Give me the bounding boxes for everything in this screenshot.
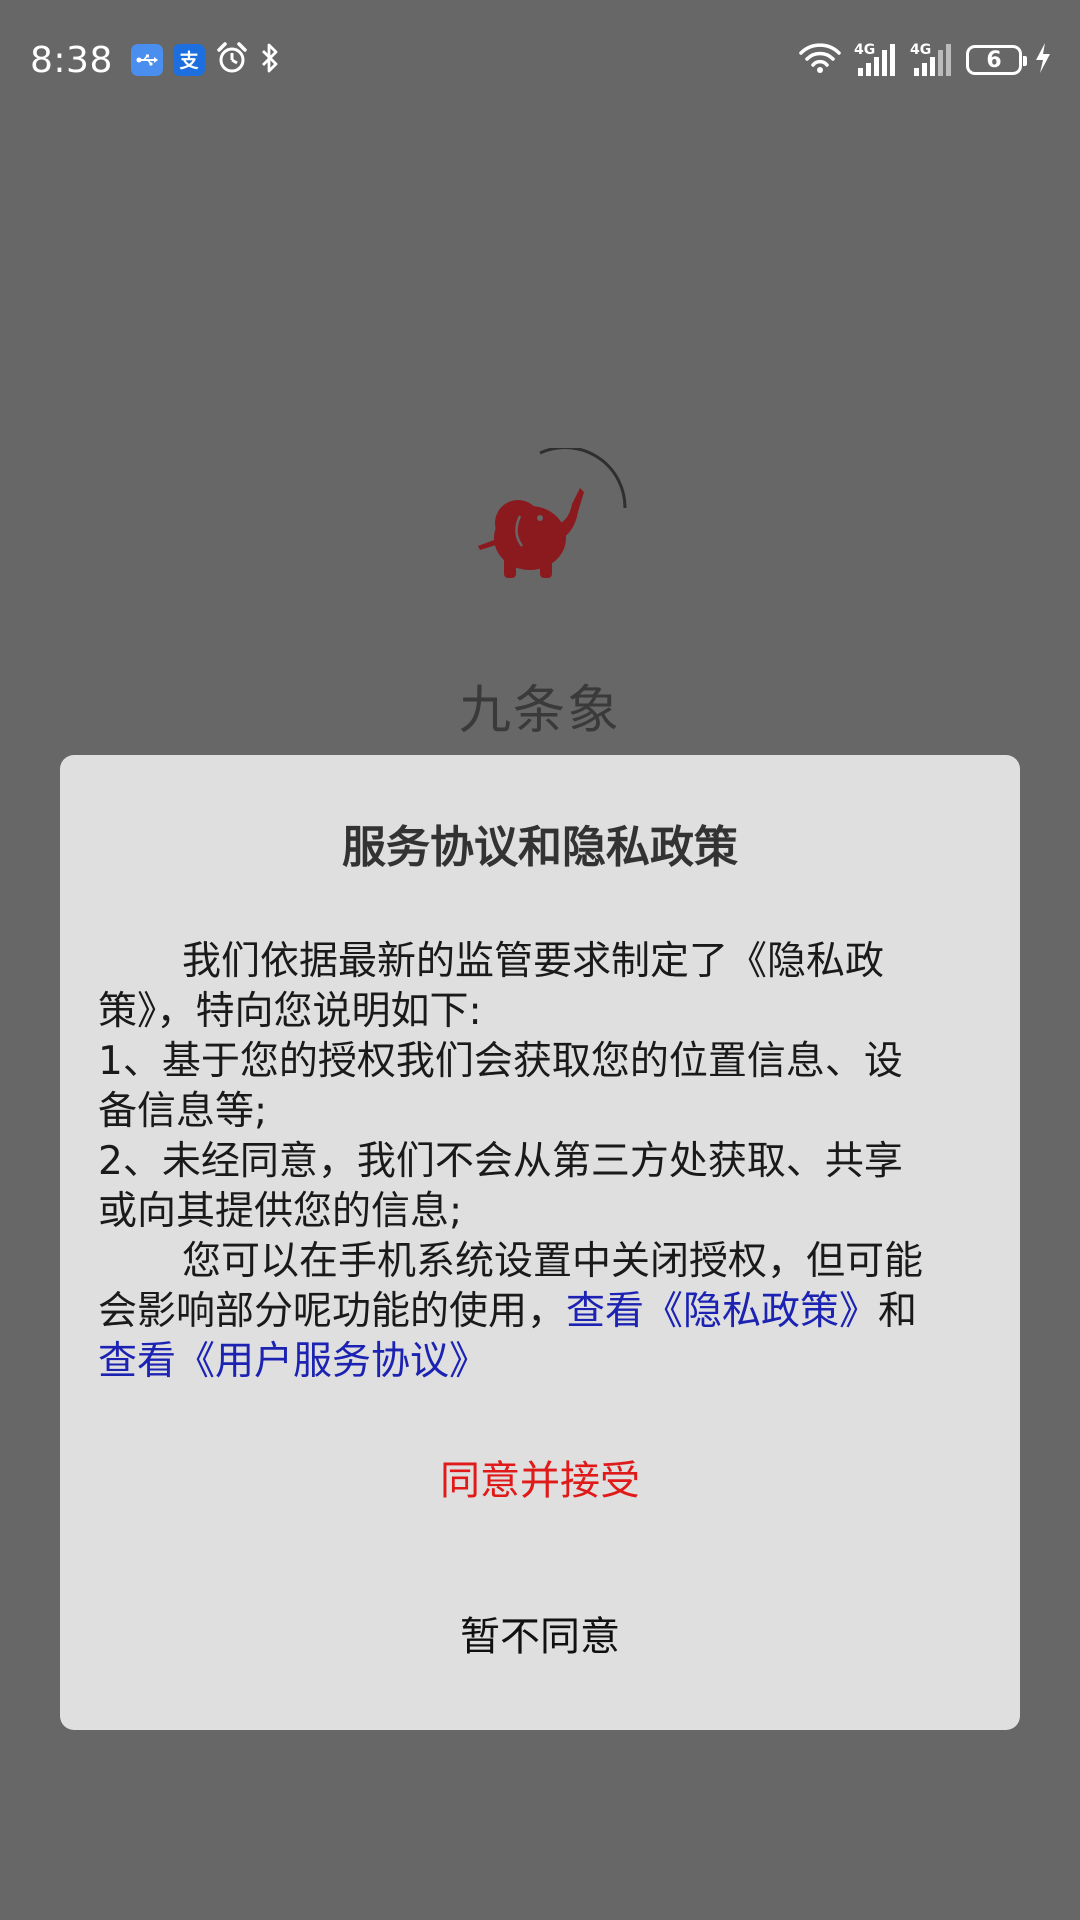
charging-icon (1034, 42, 1052, 78)
message-text: 我们依据最新的监管要求制定了《隐私政 (182, 939, 885, 984)
cellular-signal-icon: 4G (854, 42, 898, 78)
elephant-icon (478, 488, 584, 578)
battery-icon: 6 (966, 45, 1027, 75)
agree-button[interactable]: 同意并接受 (290, 1441, 790, 1521)
status-right: 4G 4G 6 (798, 38, 1052, 82)
alarm-icon (215, 41, 249, 79)
message-line: 查看《用户服务协议》 (98, 1337, 1048, 1387)
user-agreement-link[interactable]: 查看《用户服务协议》 (98, 1339, 488, 1384)
message-text: 1、基于您的授权我们会获取您的位置信息、设 (98, 1039, 903, 1084)
message-text: 您可以在手机系统设置中关闭授权，但可能 (182, 1239, 924, 1284)
message-line: 会影响部分呢功能的使用，查看《隐私政策》和 (98, 1287, 1048, 1337)
message-line: 或向其提供您的信息; (98, 1187, 1048, 1237)
usb-debug-icon (130, 44, 163, 76)
status-bar: 8:38 支 4G 4G 6 (0, 0, 1080, 118)
message-line: 2、未经同意，我们不会从第三方处获取、共享 (98, 1137, 1048, 1187)
message-text: 和 (878, 1289, 918, 1334)
message-line: 备信息等; (98, 1087, 1048, 1137)
message-text: 2、未经同意，我们不会从第三方处获取、共享 (98, 1139, 903, 1184)
status-time: 8:38 (30, 39, 113, 81)
dialog-message: 我们依据最新的监管要求制定了《隐私政 策》，特向您说明如下: 1、基于您的授权我… (98, 937, 1048, 1387)
dialog-title: 服务协议和隐私政策 (342, 822, 738, 873)
cellular-signal-icon-2: 4G (910, 42, 954, 78)
battery-level: 6 (986, 47, 1002, 73)
message-line: 您可以在手机系统设置中关闭授权，但可能 (98, 1237, 1048, 1287)
app-name: 九条象 (458, 681, 621, 741)
message-text: 备信息等; (98, 1089, 268, 1134)
message-line: 1、基于您的授权我们会获取您的位置信息、设 (98, 1037, 1048, 1087)
disagree-button[interactable]: 暂不同意 (290, 1597, 790, 1677)
wifi-icon (798, 41, 842, 79)
message-text: 或向其提供您的信息; (98, 1189, 463, 1234)
status-left: 8:38 支 (30, 36, 281, 84)
privacy-policy-link[interactable]: 查看《隐私政策》 (566, 1289, 878, 1334)
bluetooth-icon (259, 41, 281, 79)
message-text: 策》，特向您说明如下: (98, 989, 482, 1034)
svg-text:支: 支 (178, 50, 199, 72)
message-line: 我们依据最新的监管要求制定了《隐私政 (98, 937, 1048, 987)
privacy-dialog: 服务协议和隐私政策 我们依据最新的监管要求制定了《隐私政 策》，特向您说明如下:… (60, 755, 1020, 1730)
message-line: 策》，特向您说明如下: (98, 987, 1048, 1037)
message-text: 会影响部分呢功能的使用， (98, 1289, 567, 1334)
alipay-icon: 支 (172, 44, 205, 76)
app-logo (470, 446, 630, 608)
